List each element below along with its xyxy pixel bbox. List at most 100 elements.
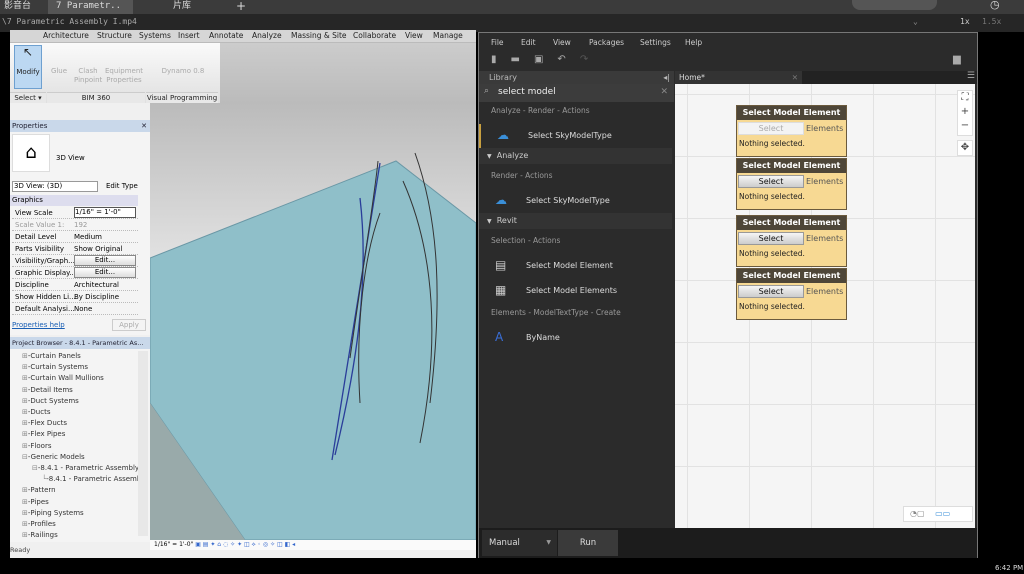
tab-analyze[interactable]: Analyze <box>252 31 282 40</box>
select-group[interactable]: Select ▾ <box>10 92 46 103</box>
library-item[interactable]: ▦ Select Model Elements <box>479 279 672 303</box>
expand-icon[interactable]: └ <box>42 475 46 483</box>
undo-icon[interactable]: ↶ <box>557 54 579 65</box>
expand-icon[interactable]: ⊟ <box>22 453 28 461</box>
view-dropdown[interactable]: 3D View: (3D) <box>12 181 98 192</box>
property-value[interactable]: 1/16" = 1'-0" <box>74 207 136 218</box>
browser-item[interactable]: ⊟-Generic Models <box>22 452 85 463</box>
select-button[interactable]: Select <box>738 175 804 188</box>
clash-pinpoint-button[interactable]: Clash Pinpoint <box>74 67 102 85</box>
expand-icon[interactable]: ⊞ <box>22 374 28 382</box>
browser-item[interactable]: ⊞-Flex Ducts <box>22 418 67 429</box>
tab-view[interactable]: View <box>405 31 423 40</box>
node-title[interactable]: Select Model Element <box>737 106 846 120</box>
graph-view-icon[interactable]: ▭▭ <box>935 509 950 518</box>
expand-icon[interactable]: ⊞ <box>22 419 28 427</box>
expand-icon[interactable]: ⊞ <box>22 352 28 360</box>
clock-icon[interactable]: ◷ <box>990 0 1000 11</box>
expand-icon[interactable]: ⊞ <box>22 363 28 371</box>
tab-insert[interactable]: Insert <box>178 31 200 40</box>
chevron-down-icon[interactable]: ⌄ <box>913 14 918 30</box>
select-button[interactable]: Select <box>738 285 804 298</box>
browser-item[interactable]: └-8.4.1 - Parametric Assembl <box>42 474 143 485</box>
expand-icon[interactable]: ⊞ <box>22 531 28 539</box>
library-category[interactable]: ▼ Analyze <box>479 148 672 164</box>
apply-button[interactable]: Apply <box>112 319 146 331</box>
output-port[interactable]: Elements <box>806 285 843 298</box>
browser-item[interactable]: ⊞-Ducts <box>22 407 50 418</box>
dynamo-button[interactable]: Dynamo 0.8 <box>156 67 210 76</box>
browser-item[interactable]: ⊞-Profiles <box>22 519 56 530</box>
library-item[interactable]: ▤ Select Model Element <box>479 254 672 278</box>
edit-button[interactable]: Edit... <box>74 267 136 278</box>
browser-item[interactable]: ⊞-Curtain Systems <box>22 362 88 373</box>
browser-item[interactable]: ⊞-Railings <box>22 530 58 541</box>
search-box[interactable] <box>852 0 937 10</box>
equipment-properties-button[interactable]: Equipment Properties <box>104 67 144 85</box>
expand-icon[interactable]: ⊞ <box>22 520 28 528</box>
scrollbar[interactable] <box>138 351 148 536</box>
save-icon[interactable]: ▣ <box>534 54 557 65</box>
menu-icon[interactable]: ☰ <box>967 71 975 81</box>
menu-edit[interactable]: Edit <box>521 38 536 47</box>
new-tab-button[interactable]: + <box>228 0 254 14</box>
clear-search-icon[interactable]: ✕ <box>660 87 668 97</box>
select-button[interactable]: Select <box>738 232 804 245</box>
search-input[interactable]: select model <box>498 87 556 97</box>
browser-item[interactable]: ⊞-Flex Pipes <box>22 429 65 440</box>
player-tab[interactable]: 片库 <box>165 0 199 14</box>
node-title[interactable]: Select Model Element <box>737 159 846 173</box>
view-control-icons[interactable]: ▣ ▤ ✦ ⌂ ◌ ✧ ✦ ◫ ⟡ ◦ ◎ ✧ ◫ ◧ ◂ <box>195 541 295 548</box>
edit-type-button[interactable]: Edit Type <box>106 182 138 190</box>
expand-icon[interactable]: ⊞ <box>22 486 28 494</box>
speed-1-5x[interactable]: 1.5x <box>982 14 1001 30</box>
workspace-canvas[interactable]: ⛶ + − ✥ ◔▢ ▭▭ Select Model Element Select El… <box>675 84 975 528</box>
menu-settings[interactable]: Settings <box>640 38 671 47</box>
expand-icon[interactable]: ⊟ <box>32 464 38 472</box>
expand-icon[interactable]: ⊞ <box>22 430 28 438</box>
browser-item[interactable]: ⊞-Piping Systems <box>22 508 84 519</box>
collapse-icon[interactable]: ◂| <box>663 71 670 84</box>
zoom-in-icon[interactable]: + <box>958 105 972 119</box>
modify-button[interactable]: Modify ↖ <box>14 45 42 89</box>
pan-icon[interactable]: ✥ <box>957 140 973 156</box>
player-tab-active[interactable]: 7 Parametr.. × <box>48 0 133 23</box>
3d-view-icon[interactable]: ◔▢ <box>910 509 925 518</box>
menu-help[interactable]: Help <box>685 38 702 47</box>
library-category[interactable]: ▼ Revit <box>479 213 672 229</box>
tab-manage[interactable]: Manage <box>433 31 463 40</box>
run-button[interactable]: Run <box>558 530 618 556</box>
browser-item[interactable]: ⊞-Curtain Panels <box>22 351 81 362</box>
output-port[interactable]: Elements <box>806 232 843 245</box>
browser-item[interactable]: ⊟-8.4.1 - Parametric Assembly <box>32 463 139 474</box>
browser-item[interactable]: ⊞-Curtain Wall Mullions <box>22 373 104 384</box>
tab-architecture[interactable]: Architecture <box>43 31 89 40</box>
tab-structure[interactable]: Structure <box>97 31 132 40</box>
close-icon[interactable]: ✕ <box>141 120 147 132</box>
redo-icon[interactable]: ↷ <box>580 54 602 65</box>
expand-icon[interactable]: ⊞ <box>22 442 28 450</box>
glue-button[interactable]: Glue <box>48 67 70 76</box>
select-model-element-node[interactable]: Select Model Element Select Elements Nothin… <box>736 268 847 320</box>
expand-icon[interactable]: ⊞ <box>22 509 28 517</box>
fit-view-icon[interactable]: ⛶ <box>958 91 972 105</box>
output-port[interactable]: Elements <box>806 175 843 188</box>
tab-home[interactable]: Home* ✕ <box>675 71 802 84</box>
3d-viewport[interactable] <box>149 103 477 541</box>
node-title[interactable]: Select Model Element <box>737 216 846 230</box>
node-title[interactable]: Select Model Element <box>737 269 846 283</box>
menu-view[interactable]: View <box>553 38 571 47</box>
select-model-element-node[interactable]: Select Model Element Select Elements Nothin… <box>736 158 847 210</box>
graphics-section[interactable]: Graphics <box>10 195 138 206</box>
expand-icon[interactable]: ⊞ <box>22 397 28 405</box>
library-item[interactable]: ☁ Select SkyModelType <box>479 124 672 148</box>
browser-item[interactable]: ⊞-Detail Items <box>22 385 73 396</box>
select-model-element-node[interactable]: Select Model Element Select Elements Nothin… <box>736 215 847 267</box>
library-search[interactable]: ⌕ select model ✕ <box>479 84 674 102</box>
expand-icon[interactable]: ⊞ <box>22 498 28 506</box>
select-button[interactable]: Select <box>738 122 804 135</box>
select-model-element-node[interactable]: Select Model Element Select Elements Nothin… <box>736 105 847 157</box>
speed-1x[interactable]: 1x <box>960 14 970 30</box>
type-selector[interactable]: 3D View <box>56 154 85 162</box>
library-item[interactable]: A ByName <box>479 326 672 350</box>
